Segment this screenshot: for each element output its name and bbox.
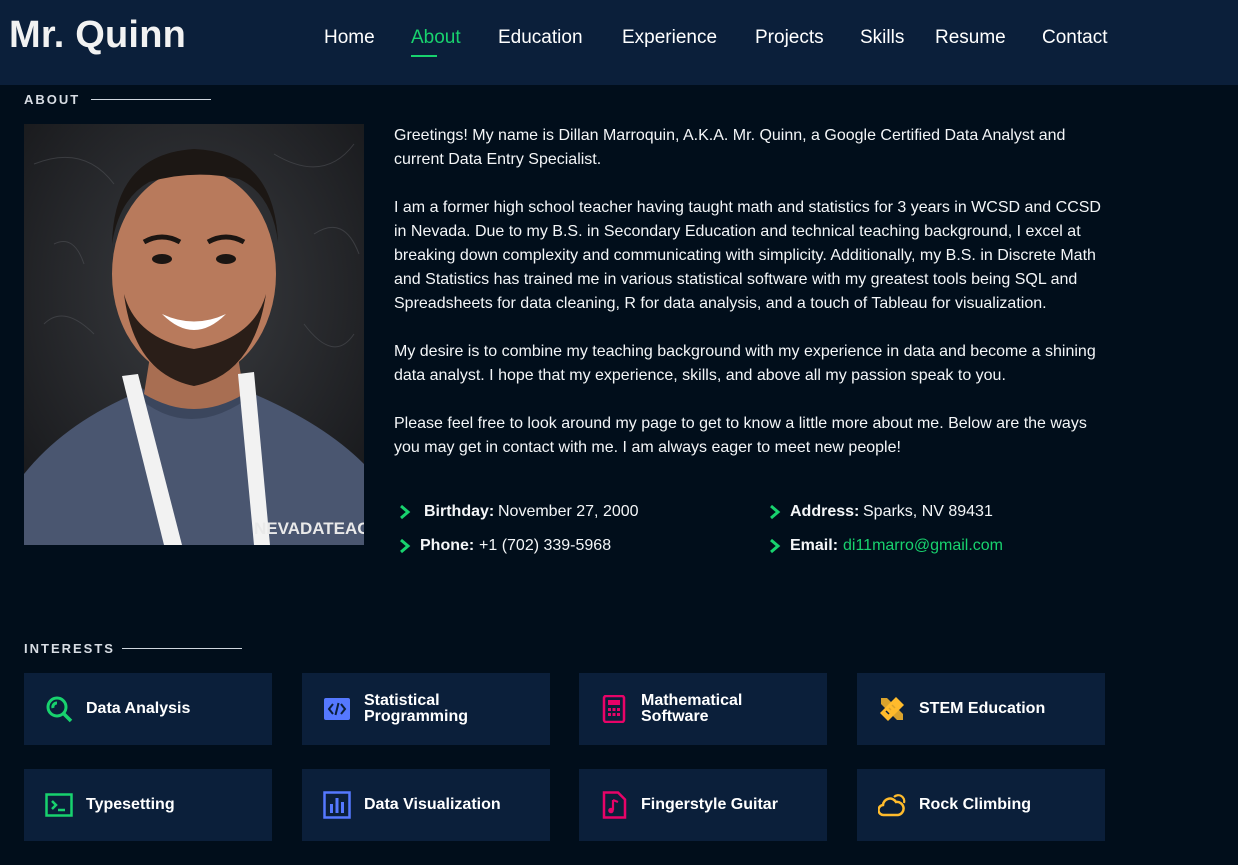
nav-active-underline — [411, 55, 437, 57]
about-bio: Greetings! My name is Dillan Marroquin, … — [394, 124, 1109, 484]
interest-label-line1: Statistical — [364, 692, 440, 709]
info-phone: Phone: +1 (702) 339-5968 — [398, 537, 758, 559]
interest-label-line1: Mathematical — [641, 692, 743, 709]
bar-chart-icon — [323, 791, 351, 819]
interest-label-line2: Programming — [364, 708, 469, 725]
calculator-icon — [602, 695, 626, 723]
ruler-pencil-icon — [880, 697, 904, 721]
interest-card-rock-climbing[interactable]: Rock Climbing — [857, 769, 1105, 841]
nav-experience[interactable]: Experience — [622, 27, 717, 49]
bio-paragraph: Greetings! My name is Dillan Marroquin, … — [394, 127, 1066, 168]
interest-card-mathematical-software[interactable]: Mathematical Software — [579, 673, 827, 745]
info-address: Address: Sparks, NV 89431 — [768, 503, 1128, 525]
chevron-right-icon — [770, 538, 781, 554]
chevron-right-icon — [400, 538, 411, 554]
phone-value: +1 (702) 339-5968 — [479, 537, 612, 554]
nav-education[interactable]: Education — [498, 27, 583, 49]
nav-projects[interactable]: Projects — [755, 27, 824, 49]
lanyard-text: NEVADATEACH — [254, 519, 364, 538]
bio-paragraph: My desire is to combine my teaching back… — [394, 343, 1096, 384]
address-value: Sparks, NV 89431 — [863, 503, 993, 520]
nav-skills[interactable]: Skills — [860, 27, 904, 49]
bio-paragraph: Please feel free to look around my page … — [394, 415, 1087, 456]
interest-card-data-visualization[interactable]: Data Visualization — [302, 769, 550, 841]
phone-label: Phone: — [420, 537, 475, 554]
site-header: Mr. Quinn Home About Education Experienc… — [0, 0, 1238, 85]
interest-card-fingerstyle-guitar[interactable]: Fingerstyle Guitar — [579, 769, 827, 841]
interest-label: Rock Climbing — [919, 796, 1032, 813]
interest-label: Typesetting — [86, 796, 175, 813]
profile-photo: NEVADATEACH — [24, 124, 364, 545]
terminal-icon — [45, 793, 73, 817]
interest-label-line2: Software — [641, 708, 709, 725]
nav-about[interactable]: About — [411, 27, 461, 49]
interests-title-divider — [122, 648, 242, 649]
interest-card-stem-education[interactable]: STEM Education — [857, 673, 1105, 745]
info-email: Email: di11marro@gmail.com — [768, 537, 1128, 559]
interest-label: Data Analysis — [86, 700, 191, 717]
interest-card-typesetting[interactable]: Typesetting — [24, 769, 272, 841]
address-label: Address: — [790, 503, 860, 520]
about-section-title: ABOUT — [24, 92, 81, 107]
main-nav: Home About Education Experience Projects… — [0, 27, 1238, 57]
info-birthday: Birthday: November 27, 2000 — [398, 503, 758, 525]
birthday-value: November 27, 2000 — [498, 503, 639, 520]
music-file-icon — [602, 791, 627, 819]
chevron-right-icon — [770, 504, 781, 520]
birthday-label: Birthday: — [424, 503, 495, 520]
chevron-right-icon — [400, 504, 411, 520]
nav-resume[interactable]: Resume — [935, 27, 1006, 49]
interest-label: STEM Education — [919, 700, 1046, 717]
nav-contact[interactable]: Contact — [1042, 27, 1107, 49]
search-icon — [46, 696, 73, 723]
interest-label: Data Visualization — [364, 796, 501, 813]
interests-section-title: INTERESTS — [24, 641, 115, 656]
about-title-divider — [91, 99, 211, 100]
interest-label: Fingerstyle Guitar — [641, 796, 778, 813]
code-icon — [324, 698, 350, 720]
cloud-sun-icon — [878, 794, 906, 817]
email-link[interactable]: di11marro@gmail.com — [843, 537, 1003, 555]
interest-card-statistical-programming[interactable]: Statistical Programming — [302, 673, 550, 745]
interest-card-data-analysis[interactable]: Data Analysis — [24, 673, 272, 745]
bio-paragraph: I am a former high school teacher having… — [394, 199, 1101, 312]
nav-home[interactable]: Home — [324, 27, 375, 49]
email-label: Email: — [790, 537, 839, 554]
